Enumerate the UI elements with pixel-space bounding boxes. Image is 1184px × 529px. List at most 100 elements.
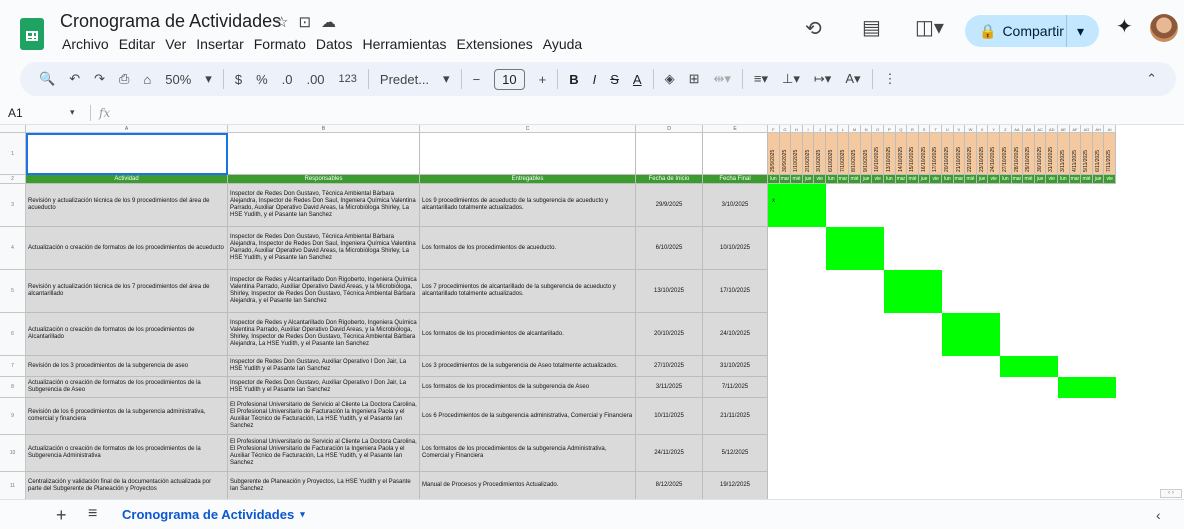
cell-A1[interactable] <box>26 133 228 175</box>
end-date-cell[interactable]: 19/12/2025 <box>703 472 768 499</box>
weekday-cell[interactable]: mar <box>895 175 908 184</box>
horizontal-scroll-arrows[interactable]: ‹ › <box>1160 489 1182 498</box>
entregables-cell[interactable]: Los 3 procedimientos de la subgerencia d… <box>420 356 636 377</box>
date-header-cell[interactable]: 30/9/2025 <box>779 133 792 175</box>
activity-cell[interactable]: Centralización y validación final de la … <box>26 472 228 499</box>
search-menus-icon[interactable]: 🔍 <box>32 62 62 96</box>
date-header-cell[interactable]: 4/11/2025 <box>1069 133 1082 175</box>
cell-D1[interactable] <box>636 133 703 175</box>
column-header-A[interactable]: A <box>26 125 228 133</box>
weekday-cell[interactable]: vie <box>988 175 1000 184</box>
column-header-B[interactable]: B <box>228 125 420 133</box>
cell-C1[interactable] <box>420 133 636 175</box>
date-header-cell[interactable]: 28/10/2025 <box>1011 133 1024 175</box>
weekday-cell[interactable]: mar <box>837 175 850 184</box>
column-header-S[interactable]: S <box>918 125 931 133</box>
start-date-cell[interactable]: 29/9/2025 <box>636 184 703 227</box>
column-header-H[interactable]: H <box>791 125 803 133</box>
row-header-8[interactable]: 8 <box>0 377 26 398</box>
weekday-cell[interactable]: jue <box>802 175 815 184</box>
start-date-cell[interactable]: 24/11/2025 <box>636 435 703 472</box>
row-header-11[interactable]: 11 <box>0 472 26 499</box>
all-sheets-icon[interactable]: ≡ <box>88 505 97 523</box>
row-header-9[interactable]: 9 <box>0 398 26 435</box>
weekday-cell[interactable]: lun <box>884 175 896 184</box>
zoom-chevron-icon[interactable]: ▾ <box>198 62 219 96</box>
date-header-cell[interactable]: 6/11/2025 <box>1092 133 1105 175</box>
weekday-cell[interactable]: lun <box>1058 175 1070 184</box>
weekday-cell[interactable]: vie <box>814 175 826 184</box>
column-header-AH[interactable]: AH <box>1092 125 1105 133</box>
activity-cell[interactable]: Revisión de los 3 procedimientos de la s… <box>26 356 228 377</box>
row-header-4[interactable]: 4 <box>0 227 26 270</box>
responsables-cell[interactable]: Inspector de Redes Don Gustavo, Auxiliar… <box>228 356 420 377</box>
end-date-cell[interactable]: 7/11/2025 <box>703 377 768 398</box>
start-date-cell[interactable]: 3/11/2025 <box>636 377 703 398</box>
star-icon[interactable]: ☆ <box>275 13 288 31</box>
end-date-cell[interactable]: 3/10/2025 <box>703 184 768 227</box>
menu-item-0[interactable]: Archivo <box>61 36 110 52</box>
currency-button[interactable]: $ <box>228 62 249 96</box>
weekday-cell[interactable]: jue <box>1034 175 1047 184</box>
zoom-select[interactable]: 50% <box>158 62 198 96</box>
menu-item-7[interactable]: Extensiones <box>455 36 533 52</box>
decrease-decimal-button[interactable]: .0 <box>275 62 300 96</box>
comments-icon[interactable]: ▤ <box>862 15 881 40</box>
weekday-cell[interactable]: mié <box>1023 175 1035 184</box>
activity-cell[interactable]: Revisión y actualización técnica de los … <box>26 184 228 227</box>
explore-chevron-icon[interactable]: ‹ <box>1156 507 1161 523</box>
column-header-T[interactable]: T <box>930 125 942 133</box>
paint-format-icon[interactable]: ⌂ <box>136 62 158 96</box>
column-header-U[interactable]: U <box>942 125 954 133</box>
align-vertical-icon[interactable]: ⊥▾ <box>775 62 807 96</box>
font-chevron-icon[interactable]: ▾ <box>436 62 457 96</box>
align-horizontal-icon[interactable]: ≡▾ <box>747 62 775 96</box>
entregables-cell[interactable]: Los 6 Procedimientos de la subgerencia a… <box>420 398 636 435</box>
responsables-cell[interactable]: Inspector de Redes y Alcantarillado Don … <box>228 270 420 313</box>
sheet-tab-active[interactable]: Cronograma de Actividades ▾ <box>122 507 305 522</box>
weekday-cell[interactable]: vie <box>930 175 942 184</box>
start-date-cell[interactable]: 27/10/2025 <box>636 356 703 377</box>
date-header-cell[interactable]: 5/11/2025 <box>1081 133 1093 175</box>
menu-item-1[interactable]: Editar <box>118 36 157 52</box>
column-header-L[interactable]: L <box>837 125 850 133</box>
weekday-cell[interactable]: lun <box>768 175 780 184</box>
activity-cell[interactable]: Actualización o creación de formatos de … <box>26 377 228 398</box>
date-header-cell[interactable]: 21/10/2025 <box>953 133 966 175</box>
column-header-Q[interactable]: Q <box>895 125 908 133</box>
weekday-cell[interactable]: mar <box>1069 175 1082 184</box>
row-header-7[interactable]: 7 <box>0 356 26 377</box>
column-header-K[interactable]: K <box>826 125 838 133</box>
gemini-icon[interactable]: ✦ <box>1116 14 1133 39</box>
date-header-cell[interactable]: 24/10/2025 <box>988 133 1000 175</box>
date-header-cell[interactable]: 9/10/2025 <box>860 133 873 175</box>
menu-item-4[interactable]: Formato <box>253 36 307 52</box>
responsables-cell[interactable]: Inspector de Redes y Alcantarillado Don … <box>228 313 420 356</box>
column-header-AD[interactable]: AD <box>1046 125 1058 133</box>
column-header-Y[interactable]: Y <box>988 125 1000 133</box>
row-header-10[interactable]: 10 <box>0 435 26 472</box>
row-header-6[interactable]: 6 <box>0 313 26 356</box>
entregables-cell[interactable]: Los formatos de los procedimientos de la… <box>420 377 636 398</box>
start-date-cell[interactable]: 8/12/2025 <box>636 472 703 499</box>
corner-cell[interactable] <box>0 125 26 133</box>
font-size-increase-button[interactable]: + <box>532 62 554 96</box>
date-header-cell[interactable]: 27/10/2025 <box>1000 133 1012 175</box>
date-header-cell[interactable]: 20/10/2025 <box>942 133 954 175</box>
start-date-cell[interactable]: 10/11/2025 <box>636 398 703 435</box>
bold-button[interactable]: B <box>562 62 585 96</box>
weekday-cell[interactable]: mié <box>1081 175 1093 184</box>
column-header-N[interactable]: N <box>860 125 873 133</box>
strikethrough-button[interactable]: S <box>603 62 626 96</box>
date-header-cell[interactable]: 10/10/2025 <box>872 133 884 175</box>
chevron-down-icon[interactable]: ▾ <box>1077 23 1084 40</box>
weekday-cell[interactable]: vie <box>872 175 884 184</box>
borders-icon[interactable]: ⊞ <box>682 62 707 96</box>
activity-cell[interactable]: Revisión y actualización técnica de los … <box>26 270 228 313</box>
date-header-cell[interactable]: 13/10/2025 <box>884 133 896 175</box>
column-header-C[interactable]: C <box>420 125 636 133</box>
row-header-1[interactable]: 1 <box>0 133 26 175</box>
spreadsheet-grid[interactable]: A B C D E F G H I J K L M N O P Q R S T U V W X Y Z AA AB AC AD AE AF AG… <box>0 125 1184 499</box>
date-header-cell[interactable]: 3/10/2025 <box>814 133 826 175</box>
font-size-decrease-button[interactable]: − <box>466 62 488 96</box>
